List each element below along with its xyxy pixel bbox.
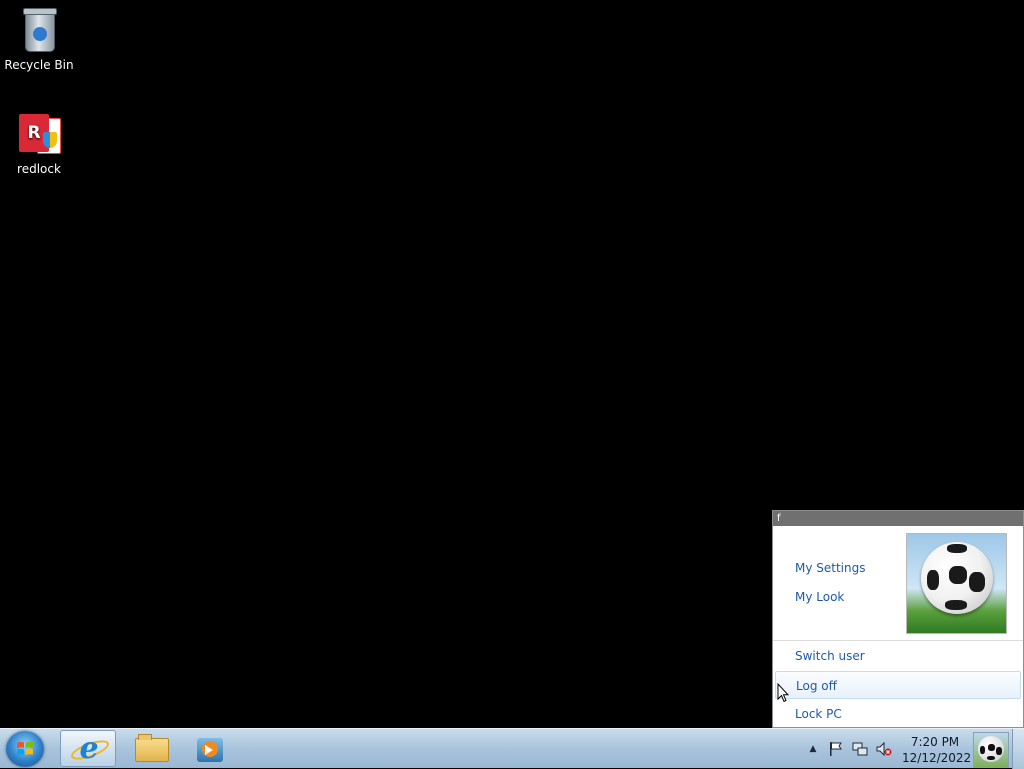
popup-titlebar: f: [773, 511, 1023, 526]
taskbar-media-player[interactable]: [183, 730, 239, 767]
user-menu-button[interactable]: [973, 732, 1009, 768]
taskbar-windows-explorer[interactable]: [123, 730, 179, 767]
desktop-icon-recycle-bin[interactable]: Recycle Bin: [1, 6, 77, 72]
switch-user-item[interactable]: Switch user: [775, 642, 1021, 670]
network-icon[interactable]: [852, 741, 868, 757]
menu-divider: [773, 640, 1023, 641]
redlock-icon: R: [15, 110, 63, 158]
menu-item-label: Log off: [796, 679, 837, 693]
mouse-pointer-icon: [777, 683, 789, 703]
log-off-item[interactable]: Log off: [775, 671, 1021, 699]
user-menu-popup: f My Settings My Look Switch user Log of…: [772, 510, 1024, 728]
taskbar-internet-explorer[interactable]: e: [60, 730, 116, 767]
desktop-icon-label: redlock: [17, 162, 61, 176]
clock-time: 7:20 PM: [910, 735, 960, 749]
action-center-flag-icon[interactable]: [828, 741, 844, 757]
soccer-ball-icon: [978, 736, 1004, 762]
show-desktop-button[interactable]: [1012, 729, 1024, 769]
recycle-bin-icon: [15, 6, 63, 54]
volume-muted-icon[interactable]: [876, 741, 892, 757]
clock-date: 12/12/2022: [902, 751, 972, 765]
start-orb-icon: [17, 741, 33, 756]
desktop-icon-redlock[interactable]: R redlock: [1, 110, 77, 176]
lock-pc-item[interactable]: Lock PC: [775, 700, 1021, 728]
system-clock[interactable]: 7:20 PM 12/12/2022: [902, 734, 972, 766]
my-settings-link[interactable]: My Settings: [795, 561, 866, 575]
show-hidden-icons-icon[interactable]: ▲: [805, 741, 821, 757]
taskbar: e ▲ 7:20 PM 12/12/2022: [0, 728, 1024, 769]
windows-explorer-icon: [135, 734, 169, 762]
my-look-link[interactable]: My Look: [795, 590, 844, 604]
desktop-icon-label: Recycle Bin: [4, 58, 74, 72]
user-avatar[interactable]: [906, 533, 1007, 634]
menu-item-label: Switch user: [795, 649, 865, 663]
start-button[interactable]: [6, 731, 44, 767]
menu-item-label: Lock PC: [795, 707, 842, 721]
soccer-ball-icon: [921, 542, 993, 614]
internet-explorer-icon: e: [79, 731, 99, 766]
